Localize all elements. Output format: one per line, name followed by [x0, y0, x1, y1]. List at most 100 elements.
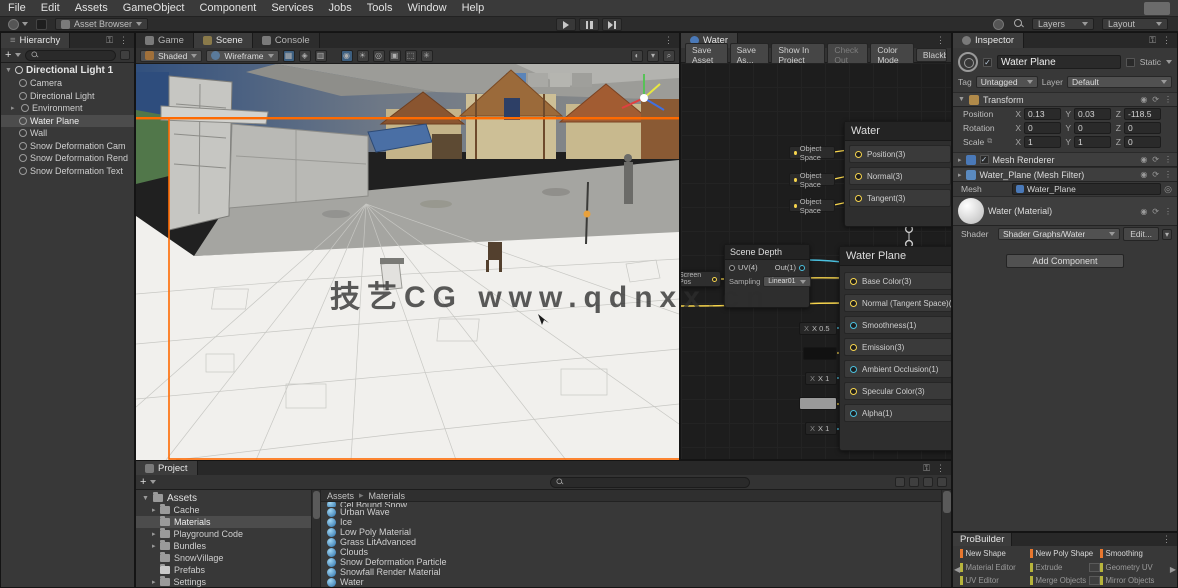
emission-hdr-swatch[interactable] — [803, 347, 837, 360]
pb-options-box[interactable] — [1089, 576, 1100, 585]
pb-mirror-objects[interactable]: Mirror Objects — [1100, 574, 1170, 588]
project-search-input[interactable] — [550, 477, 750, 488]
scene-viewport[interactable] — [136, 64, 679, 460]
draw-mode-dropdown[interactable]: Shaded — [140, 50, 202, 62]
file-item[interactable]: Clouds — [321, 547, 941, 557]
ambient-occlusion-default-widget[interactable]: XX 1 — [805, 372, 837, 385]
effects-toggle-icon[interactable]: ▣ — [389, 50, 401, 62]
snap-toggle-icon[interactable]: ▥ — [315, 50, 327, 62]
scene-visibility-icon[interactable] — [120, 50, 130, 60]
pb-material-editor[interactable]: Material Editor — [960, 561, 1030, 575]
vector-port-icon[interactable] — [850, 278, 857, 285]
pause-button[interactable] — [579, 18, 599, 31]
scale-x-field[interactable]: 1 — [1024, 136, 1061, 148]
shader-dropdown[interactable]: Shader Graphs/Water — [998, 228, 1120, 240]
pb-extrude[interactable]: Extrude — [1030, 561, 1100, 575]
file-item[interactable]: Snow Deformation Particle — [321, 557, 941, 567]
hierarchy-item-environment[interactable]: ▸ Environment — [1, 102, 134, 115]
presets-icon[interactable]: ◉ — [1140, 170, 1147, 179]
blackboard-toggle[interactable]: Blackb — [916, 48, 947, 62]
wireframe-mode-dropdown[interactable]: Wireframe — [206, 50, 278, 62]
expand-arrow-icon[interactable]: ▸ — [11, 104, 18, 112]
tab-project[interactable]: Project — [136, 461, 198, 475]
panel-menu-icon[interactable]: ⋮ — [1162, 534, 1172, 545]
link-icon[interactable]: ⧉ — [987, 138, 992, 146]
version-control-icon[interactable] — [8, 19, 19, 30]
float-port-icon[interactable] — [850, 366, 857, 373]
create-asset-caret-icon[interactable] — [150, 480, 156, 484]
rotation-z-field[interactable]: 0 — [1124, 122, 1161, 134]
pivot-toggle-icon[interactable]: ◈ — [299, 50, 311, 62]
graph-canvas[interactable]: Object Space Object Space Object Space W… — [681, 63, 951, 459]
tab-inspector[interactable]: Inspector — [953, 33, 1024, 48]
lock-icon[interactable]: ⚿ — [1149, 35, 1156, 46]
mesh-renderer-header[interactable]: ▸ ✓ Mesh Renderer ◉⟳⋮ — [953, 152, 1177, 167]
search-scene-icon[interactable]: ⌕ — [663, 50, 675, 62]
camera-settings-icon[interactable]: ◐ — [631, 50, 643, 62]
menu-assets[interactable]: Assets — [75, 2, 108, 14]
layer-dropdown[interactable]: Default — [1067, 76, 1172, 88]
float-port-icon[interactable] — [850, 410, 857, 417]
lock-icon[interactable]: ⚿ — [106, 35, 113, 46]
vector-port-icon[interactable] — [855, 151, 862, 158]
pb-new-poly-shape[interactable]: New Poly Shape — [1030, 547, 1100, 561]
file-item[interactable]: Grass LitAdvanced — [321, 537, 941, 547]
menu-gameobject[interactable]: GameObject — [123, 2, 185, 14]
hierarchy-item-snow-deformation-cam[interactable]: Snow Deformation Cam — [1, 140, 134, 153]
object-name-field[interactable]: Water Plane — [997, 55, 1121, 69]
active-checkbox[interactable]: ✓ — [983, 58, 992, 67]
position-y-field[interactable]: 0.03 — [1074, 108, 1111, 120]
reset-icon[interactable]: ⟳ — [1152, 207, 1159, 216]
uv-port-icon[interactable] — [729, 265, 735, 271]
scene-depth-node[interactable]: Scene Depth UV(4) Out(1) Sampling Linear… — [724, 244, 810, 308]
menu-file[interactable]: File — [8, 2, 26, 14]
material-preview-sphere[interactable] — [958, 198, 984, 224]
pb-scroll-left-icon[interactable]: ◀ — [954, 565, 960, 574]
lock-icon[interactable]: ⚿ — [923, 463, 930, 474]
play-button[interactable] — [556, 18, 576, 31]
out-port-icon[interactable] — [799, 265, 805, 271]
pb-smoothing[interactable]: Smoothing — [1100, 547, 1170, 561]
folder-assets-root[interactable]: ▼Assets — [136, 492, 311, 504]
smoothness-default-widget[interactable]: XX 0.5 — [799, 322, 837, 335]
create-asset-button[interactable]: + — [140, 476, 146, 488]
static-caret-icon[interactable] — [1166, 60, 1172, 64]
edit-shader-button[interactable]: Edit... — [1123, 227, 1159, 241]
add-component-button[interactable]: Add Component — [1006, 254, 1124, 268]
tag-dropdown[interactable]: Untagged — [976, 76, 1038, 88]
panel-menu-icon[interactable]: ⋮ — [936, 463, 946, 474]
breadcrumb-assets[interactable]: Assets — [327, 491, 354, 501]
static-checkbox[interactable] — [1126, 58, 1135, 67]
gizmo-toggle-icon[interactable]: ✳ — [421, 50, 433, 62]
vector-port-icon[interactable] — [850, 300, 857, 307]
position-x-field[interactable]: 0.13 — [1024, 108, 1061, 120]
menu-tools[interactable]: Tools — [367, 2, 393, 14]
folder-settings[interactable]: ▸Settings — [136, 576, 311, 587]
hierarchy-item-wall[interactable]: Wall — [1, 127, 134, 140]
pb-scroll-right-icon[interactable]: ▶ — [1170, 565, 1176, 574]
tab-console[interactable]: Console — [253, 33, 320, 48]
tab-probuilder[interactable]: ProBuilder — [953, 533, 1012, 546]
folder-prefabs[interactable]: Prefabs — [136, 564, 311, 576]
rotation-x-field[interactable]: 0 — [1024, 122, 1061, 134]
object-space-pill[interactable]: Object Space — [789, 146, 835, 159]
mesh-filter-header[interactable]: ▸ Water_Plane (Mesh Filter) ◉⟳⋮ — [953, 167, 1177, 182]
search-icon[interactable] — [1014, 19, 1024, 29]
menu-services[interactable]: Services — [271, 2, 313, 14]
pb-new-shape[interactable]: New Shape — [960, 547, 1030, 561]
scale-y-field[interactable]: 1 — [1074, 136, 1111, 148]
menu-help[interactable]: Help — [462, 2, 485, 14]
create-button[interactable]: + — [5, 49, 11, 61]
lighting-toggle-icon[interactable]: ☀ — [357, 50, 369, 62]
reset-icon[interactable]: ⟳ — [1152, 170, 1159, 179]
account-avatar[interactable] — [36, 19, 47, 30]
tree-scrollbar[interactable] — [312, 490, 321, 587]
camera-frame-icon[interactable]: ⬚ — [405, 50, 417, 62]
version-control-caret-icon[interactable] — [22, 22, 28, 26]
component-menu-icon[interactable]: ⋮ — [1164, 155, 1172, 164]
hidden-packages-icon[interactable] — [895, 477, 905, 487]
menu-jobs[interactable]: Jobs — [329, 2, 352, 14]
window-controls-icon[interactable] — [1144, 2, 1170, 15]
file-item[interactable]: Urban Wave — [321, 507, 941, 517]
layers-dropdown[interactable]: Layers — [1032, 18, 1094, 30]
